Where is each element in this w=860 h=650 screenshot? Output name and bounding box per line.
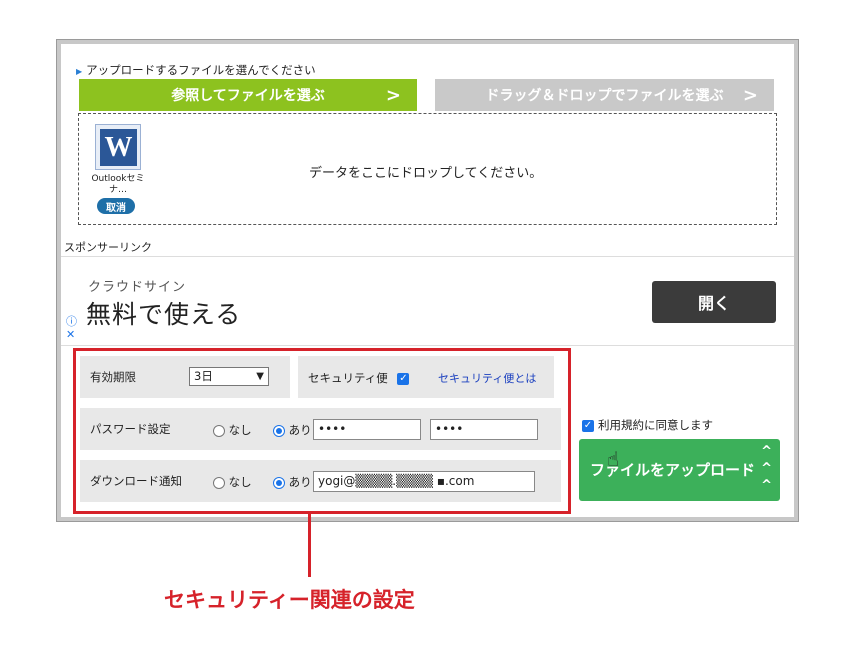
ad-close-icon[interactable]: ✕ [66, 328, 77, 341]
ad-open-button[interactable]: 開く [652, 281, 776, 323]
ad-subtitle: クラウドサイン [88, 280, 187, 295]
chevron-right-icon: > [385, 85, 401, 106]
security-row: セキュリティ便 ✓ セキュリティ便とは [298, 356, 554, 398]
ad-info-icon[interactable]: ⓘ [66, 315, 77, 328]
notify-email-input[interactable]: yogi@▒▒▒▒.▒▒▒▒ ▪.com [313, 471, 535, 492]
notify-row: ダウンロード通知 なし あり yogi@▒▒▒▒.▒▒▒▒ ▪.com [80, 460, 561, 502]
expiry-select[interactable]: 3日 ▼ [189, 367, 269, 386]
chevron-right-icon: > [742, 85, 758, 106]
password-yes-label: あり [288, 423, 312, 437]
expiry-row: 有効期限 3日 ▼ [80, 356, 290, 398]
password-none-radio[interactable] [213, 424, 225, 437]
file-name: Outlookセミナ… [91, 174, 145, 195]
notify-none-radio[interactable] [213, 476, 225, 489]
password-none-label: なし [228, 423, 252, 437]
password-row: パスワード設定 なし あり •••• •••• [80, 408, 561, 450]
notify-none-label: なし [228, 475, 252, 489]
security-info-link[interactable]: セキュリティ便とは [438, 370, 536, 386]
cancel-file-button[interactable]: 取消 [97, 198, 135, 214]
password-label: パスワード設定 [90, 422, 171, 436]
security-label: セキュリティ便 [308, 371, 388, 385]
agree-label: 利用規約に同意します [598, 418, 713, 432]
agree-checkbox[interactable]: ✓ [582, 419, 594, 432]
notify-yes-label: あり [288, 475, 312, 489]
notify-yes-radio[interactable] [273, 476, 285, 489]
chevron-up-icon: ^ ^ ^ [761, 444, 772, 493]
ad-headline: 無料で使える [86, 300, 242, 329]
notify-label: ダウンロード通知 [90, 474, 182, 488]
security-settings-box: 有効期限 3日 ▼ セキュリティ便 ✓ セキュリティ便とは パスワード設定 なし [73, 348, 571, 514]
hand-cursor-icon: ☝ [607, 447, 620, 471]
word-doc-icon: W [95, 124, 141, 170]
password-confirm-input[interactable]: •••• [430, 419, 538, 440]
browse-file-button[interactable]: 参照してファイルを選ぶ > [79, 79, 417, 111]
security-checkbox[interactable]: ✓ [397, 372, 410, 385]
password-input[interactable]: •••• [313, 419, 421, 440]
sponsor-label: スポンサーリンク [64, 241, 152, 254]
uploader-frame: ▶ アップロードするファイルを選んでください 参照してファイルを選ぶ > ドラッグ… [56, 39, 799, 522]
drop-zone[interactable]: W Outlookセミナ… 取消 データをここにドロップしてください。 [78, 113, 777, 225]
password-yes-radio[interactable] [273, 424, 285, 437]
drag-drop-button[interactable]: ドラッグ＆ドロップでファイルを選ぶ > [435, 79, 774, 111]
callout-line [308, 513, 311, 577]
expiry-label: 有効期限 [90, 370, 136, 384]
ad-banner[interactable]: クラウドサイン 無料で使える 開く ⓘ ✕ [61, 256, 794, 346]
chevron-down-icon: ▼ [256, 371, 264, 382]
drop-instruction: データをここにドロップしてください。 [309, 166, 543, 181]
upload-instruction: ▶ アップロードするファイルを選んでください [76, 63, 316, 77]
triangle-bullet-icon: ▶ [76, 67, 83, 76]
callout-label: セキュリティー関連の設定 [164, 588, 415, 612]
